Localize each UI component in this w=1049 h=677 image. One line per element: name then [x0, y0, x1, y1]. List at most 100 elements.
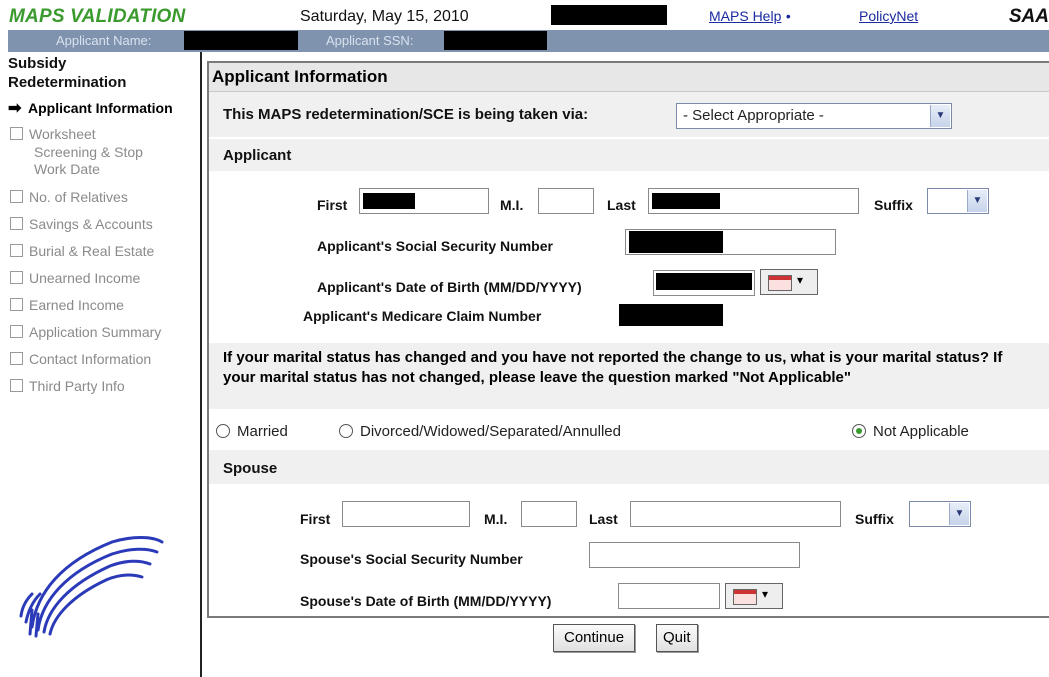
sidebar-heading-line2: Redetermination — [8, 74, 127, 91]
saa-label: SAA — [1008, 6, 1049, 27]
dob-label: Applicant's Date of Birth (MM/DD/YYYY) — [317, 279, 582, 295]
redacted-last-name — [652, 193, 720, 209]
radio-circle-icon — [339, 424, 353, 438]
sidebar-item-application-summary[interactable]: Application Summary — [10, 324, 161, 341]
spouse-first-name-input[interactable] — [342, 501, 470, 527]
sidebar-item-earned-income[interactable]: Earned Income — [10, 297, 124, 314]
radio-married-label: Married — [237, 423, 288, 440]
radio-selected-icon — [852, 424, 866, 438]
spouse-ssn-input[interactable] — [589, 542, 800, 568]
sidebar-heading-line1: Subsidy — [8, 55, 67, 72]
marital-question: If your marital status has changed and y… — [223, 349, 1003, 386]
spouse-suffix-select[interactable]: ▼ — [909, 501, 971, 527]
sidebar-item-unearned-income[interactable]: Unearned Income — [10, 270, 140, 287]
sidebar-item-contact-information[interactable]: Contact Information — [10, 351, 151, 368]
via-select-value: - Select Appropriate - — [683, 107, 824, 124]
checkbox-icon — [10, 127, 23, 140]
sidebar: Subsidy Redetermination ➡ Applicant Infor… — [8, 52, 202, 677]
sidebar-item-burial[interactable]: Burial & Real Estate — [10, 243, 154, 260]
sidebar-item-worksheet[interactable]: Worksheet — [10, 126, 96, 143]
spouse-first-label: First — [300, 511, 331, 527]
chevron-down-icon: ▾ — [762, 587, 769, 601]
chevron-down-icon: ▼ — [930, 105, 950, 127]
sidebar-item-label: Application Summary — [29, 324, 162, 340]
chevron-down-icon: ▼ — [967, 190, 987, 212]
current-date: Saturday, May 15, 2010 — [300, 8, 469, 25]
sidebar-item-savings[interactable]: Savings & Accounts — [10, 216, 153, 233]
suffix-select[interactable]: ▼ — [927, 188, 989, 214]
checkbox-icon — [10, 325, 23, 338]
continue-button[interactable]: Continue — [553, 624, 636, 652]
checkbox-icon — [10, 217, 23, 230]
suffix-label: Suffix — [874, 197, 913, 213]
last-label: Last — [607, 197, 636, 213]
redacted-first-name — [363, 193, 415, 209]
spouse-ssn-label: Spouse's Social Security Number — [300, 551, 523, 567]
via-select[interactable]: - Select Appropriate - ▼ — [676, 103, 952, 129]
checkbox-icon — [10, 352, 23, 365]
applicant-band — [209, 139, 1049, 171]
sidebar-item-screening[interactable]: Screening & Stop Work Date — [10, 144, 200, 180]
calendar-icon — [768, 275, 792, 291]
sidebar-item-label: Third Party Info — [29, 378, 125, 394]
ssn-label: Applicant's Social Security Number — [317, 238, 553, 254]
checkbox-icon — [10, 271, 23, 284]
radio-divorced[interactable]: Divorced/Widowed/Separated/Annulled — [339, 423, 621, 440]
sidebar-item-label: Savings & Accounts — [29, 216, 153, 232]
sidebar-item-label: Contact Information — [29, 351, 152, 367]
sidebar-item-label: Worksheet — [29, 126, 96, 142]
checkbox-icon — [10, 190, 23, 203]
redacted-ssn — [629, 231, 723, 253]
checkbox-icon — [10, 298, 23, 311]
sidebar-item-label: Unearned Income — [29, 270, 141, 286]
applicant-name-label: Applicant Name: — [56, 33, 152, 48]
sidebar-item-label: Earned Income — [29, 297, 124, 313]
spouse-section-title: Spouse — [223, 460, 278, 477]
sidebar-item-applicant-information[interactable]: ➡ Applicant Information — [8, 98, 173, 118]
spouse-band — [209, 450, 1049, 484]
radio-circle-icon — [216, 424, 230, 438]
spouse-suffix-label: Suffix — [855, 511, 894, 527]
applicant-section-title: Applicant — [223, 147, 292, 164]
radio-divorced-label: Divorced/Widowed/Separated/Annulled — [360, 423, 621, 440]
checkbox-icon — [10, 379, 23, 392]
app-title: MAPS VALIDATION — [9, 6, 186, 27]
policynet-link[interactable]: PolicyNet — [859, 8, 918, 24]
spouse-dob-input[interactable] — [618, 583, 720, 609]
panel-header: Applicant Information — [209, 63, 1049, 92]
arrow-right-icon: ➡ — [8, 100, 22, 117]
sidebar-item-third-party[interactable]: Third Party Info — [10, 378, 125, 395]
redacted-dob — [656, 273, 752, 290]
redacted-applicant-ssn — [444, 31, 547, 50]
medicare-label: Applicant's Medicare Claim Number — [303, 308, 542, 324]
sidebar-item-label: No. of Relatives — [29, 189, 128, 205]
spouse-dob-calendar-button[interactable]: ▾ — [725, 583, 783, 609]
ssa-eagle-logo — [19, 536, 164, 638]
quit-button[interactable]: Quit — [656, 624, 698, 652]
help-link-wrap: MAPS Help • — [709, 8, 791, 26]
spouse-mi-input[interactable] — [521, 501, 577, 527]
radio-married[interactable]: Married — [216, 423, 288, 440]
chevron-down-icon: ▼ — [949, 503, 969, 525]
applicant-strip: Applicant Name: Applicant SSN: — [8, 30, 1049, 52]
spouse-last-name-input[interactable] — [630, 501, 841, 527]
applicant-info-panel: Applicant Information This MAPS redeterm… — [207, 61, 1049, 618]
applicant-ssn-label: Applicant SSN: — [326, 33, 414, 48]
sidebar-item-relatives[interactable]: No. of Relatives — [10, 189, 128, 206]
spouse-mi-label: M.I. — [484, 511, 508, 527]
redacted-block — [551, 5, 667, 25]
spouse-dob-label: Spouse's Date of Birth (MM/DD/YYYY) — [300, 593, 552, 609]
maps-help-link[interactable]: MAPS Help — [709, 8, 781, 24]
chevron-down-icon: ▾ — [797, 273, 804, 287]
radio-not-applicable[interactable]: Not Applicable — [852, 423, 969, 440]
checkbox-icon — [10, 244, 23, 257]
first-label: First — [317, 197, 348, 213]
spouse-last-label: Last — [589, 511, 618, 527]
top-bar: MAPS VALIDATION Saturday, May 15, 2010 M… — [0, 0, 1049, 30]
dob-calendar-button[interactable]: ▾ — [760, 269, 818, 295]
panel-title: Applicant Information — [212, 67, 388, 86]
calendar-icon — [733, 589, 757, 605]
help-bullet: • — [785, 8, 791, 24]
mi-input[interactable] — [538, 188, 594, 214]
sidebar-item-label-line1: Screening & Stop — [34, 144, 143, 160]
